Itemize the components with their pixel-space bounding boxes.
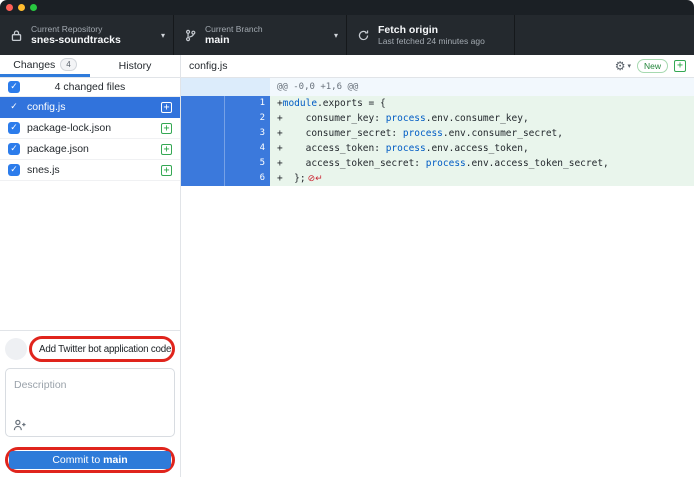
file-checkbox[interactable]: ✓ <box>8 143 20 155</box>
diff-line-3: 3 + consumer_secret: process.env.consume… <box>181 126 694 141</box>
diff-line-code: + access_token_secret: process.env.acces… <box>270 156 694 171</box>
repository-label: Current Repository <box>31 24 121 34</box>
diff-line-gutter[interactable]: 1 <box>181 96 270 111</box>
file-row-package-lock-json[interactable]: ✓ package-lock.json + <box>0 118 180 139</box>
commit-button[interactable]: Commit to main <box>9 451 171 469</box>
commit-target-branch: main <box>103 454 128 466</box>
minimize-button[interactable] <box>18 4 25 11</box>
line-number: 3 <box>225 126 270 141</box>
line-number: 4 <box>225 141 270 156</box>
diff-pane: config.js ⚙ ▾ New + @@ -0,0 +1,6 @@ 1 <box>181 55 694 477</box>
diff-line-2: 2 + consumer_key: process.env.consumer_k… <box>181 111 694 126</box>
diff-line-code: + };⊘↵ <box>270 171 694 186</box>
file-row-config-js[interactable]: ✓ config.js + <box>0 97 180 118</box>
branch-selector[interactable]: Current Branch main ▾ <box>174 15 347 55</box>
annotation-highlight-commit: Commit to main <box>5 447 175 473</box>
changed-files-header: ✓ 4 changed files <box>0 78 180 97</box>
diff-line-4: 4 + access_token: process.env.access_tok… <box>181 141 694 156</box>
branch-label: Current Branch <box>205 24 263 34</box>
diff-line-gutter[interactable]: 4 <box>181 141 270 156</box>
branch-name: main <box>205 34 263 47</box>
file-list-empty-space <box>0 181 180 330</box>
commit-form: Add Twitter bot application code Descrip… <box>0 330 180 477</box>
diff-line-code: + access_token: process.env.access_token… <box>270 141 694 156</box>
fetch-origin-button[interactable]: Fetch origin Last fetched 24 minutes ago <box>347 15 515 55</box>
hunk-header-text: @@ -0,0 +1,6 @@ <box>270 78 694 96</box>
annotation-highlight-summary: Add Twitter bot application code <box>29 336 175 362</box>
github-desktop-window: Current Repository snes-soundtracks ▾ Cu… <box>0 0 694 477</box>
changed-files-label: 4 changed files <box>55 81 126 93</box>
repository-name: snes-soundtracks <box>31 34 121 47</box>
new-file-badge: New <box>637 59 668 73</box>
diff-header: config.js ⚙ ▾ New + <box>181 55 694 78</box>
added-status-icon: + <box>161 144 172 155</box>
diff-options-button[interactable]: ⚙ ▾ <box>615 60 631 72</box>
no-newline-icon: ⊘↵ <box>308 174 323 184</box>
branch-icon <box>184 29 197 42</box>
added-status-icon: + <box>674 60 686 72</box>
file-name: package-lock.json <box>27 122 154 134</box>
line-number: 1 <box>225 96 270 111</box>
description-input[interactable]: Description <box>5 368 175 437</box>
lock-icon <box>10 29 23 42</box>
file-checkbox[interactable]: ✓ <box>8 122 20 134</box>
diff-line-gutter[interactable]: 2 <box>181 111 270 126</box>
diff-file-title: config.js <box>189 60 615 72</box>
chevron-down-icon: ▾ <box>334 31 338 40</box>
added-status-icon: + <box>161 165 172 176</box>
chevron-down-icon: ▾ <box>627 62 631 70</box>
line-number: 2 <box>225 111 270 126</box>
fetch-status: Last fetched 24 minutes ago <box>378 36 485 46</box>
zoom-button[interactable] <box>30 4 37 11</box>
diff-empty-area <box>181 186 694 477</box>
sidebar-tabbar: Changes 4 History <box>0 55 180 78</box>
diff-line-gutter[interactable]: 6 <box>181 171 270 186</box>
user-avatar <box>5 338 27 360</box>
file-name: snes.js <box>27 164 154 176</box>
add-coauthor-icon[interactable] <box>13 419 27 431</box>
titlebar <box>0 0 694 15</box>
close-button[interactable] <box>6 4 13 11</box>
diff-line-5: 5 + access_token_secret: process.env.acc… <box>181 156 694 171</box>
added-status-icon: + <box>161 123 172 134</box>
chevron-down-icon: ▾ <box>161 31 165 40</box>
toolbar-empty <box>515 15 694 55</box>
file-checkbox[interactable]: ✓ <box>8 101 20 113</box>
diff-line-code: +module.exports = { <box>270 96 694 111</box>
file-checkbox[interactable]: ✓ <box>8 164 20 176</box>
file-name: package.json <box>27 143 154 155</box>
diff-line-1: 1 +module.exports = { <box>181 96 694 111</box>
changes-count-badge: 4 <box>60 58 76 71</box>
file-row-snes-js[interactable]: ✓ snes.js + <box>0 160 180 181</box>
diff-line-code: + consumer_key: process.env.consumer_key… <box>270 111 694 126</box>
diff-line-gutter[interactable]: 3 <box>181 126 270 141</box>
gear-icon: ⚙ <box>615 60 626 72</box>
fetch-label: Fetch origin <box>378 24 485 37</box>
diff-line-code: + consumer_secret: process.env.consumer_… <box>270 126 694 141</box>
diff-hunk-header: @@ -0,0 +1,6 @@ <box>181 78 694 96</box>
toolbar: Current Repository snes-soundtracks ▾ Cu… <box>0 15 694 55</box>
summary-input[interactable]: Add Twitter bot application code <box>32 344 171 355</box>
added-status-icon: + <box>161 102 172 113</box>
select-all-checkbox[interactable]: ✓ <box>8 81 20 93</box>
diff-line-gutter[interactable]: 5 <box>181 156 270 171</box>
hunk-gutter <box>181 78 270 96</box>
line-number: 5 <box>225 156 270 171</box>
file-row-package-json[interactable]: ✓ package.json + <box>0 139 180 160</box>
tab-history[interactable]: History <box>90 55 180 77</box>
file-name: config.js <box>27 101 154 113</box>
repository-selector[interactable]: Current Repository snes-soundtracks ▾ <box>0 15 174 55</box>
changes-sidebar: Changes 4 History ✓ 4 changed files ✓ co… <box>0 55 181 477</box>
tab-changes[interactable]: Changes 4 <box>0 55 90 77</box>
description-placeholder: Description <box>14 379 67 391</box>
line-number: 6 <box>225 171 270 186</box>
diff-line-6: 6 + };⊘↵ <box>181 171 694 186</box>
sync-icon <box>357 29 370 42</box>
